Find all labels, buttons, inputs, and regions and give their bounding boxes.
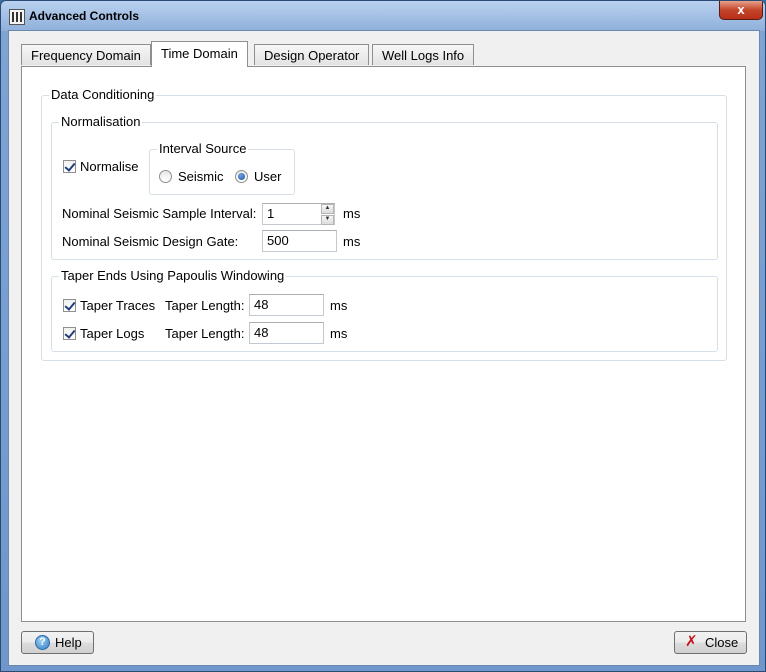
taper-traces-length-input[interactable]: 48	[249, 294, 324, 316]
seismic-radio[interactable]	[159, 170, 172, 183]
window-close-button[interactable]: x	[719, 1, 763, 20]
close-button-label: Close	[705, 635, 739, 650]
tab-well-logs-info[interactable]: Well Logs Info	[372, 44, 475, 65]
spin-up-icon[interactable]: ▲	[321, 204, 334, 214]
taper-logs-length-input[interactable]: 48	[249, 322, 324, 344]
sample-interval-unit: ms	[343, 206, 361, 221]
design-gate-input[interactable]: 500	[262, 230, 337, 252]
help-icon: ?	[35, 635, 50, 650]
help-button-label: Help	[55, 635, 82, 650]
normalise-label: Normalise	[80, 159, 139, 174]
taper-traces-length-label: Taper Length:	[165, 298, 245, 313]
advanced-controls-window: Advanced Controls x Frequency Domain Tim…	[0, 0, 766, 672]
tab-design-operator[interactable]: Design Operator	[254, 44, 370, 65]
spin-down-icon[interactable]: ▼	[321, 215, 334, 225]
dialog-client-area: Frequency Domain Time Domain Design Oper…	[8, 30, 760, 666]
design-gate-unit: ms	[343, 234, 361, 249]
normalise-checkbox[interactable]	[63, 160, 76, 173]
taper-logs-length-label: Taper Length:	[165, 326, 245, 341]
taper-traces-unit: ms	[330, 298, 348, 313]
design-gate-label: Nominal Seismic Design Gate:	[62, 234, 239, 249]
taper-title: Taper Ends Using Papoulis Windowing	[59, 268, 287, 284]
time-domain-panel: Data Conditioning Normalisation Normalis…	[21, 66, 746, 622]
taper-traces-label: Taper Traces	[80, 298, 156, 313]
taper-traces-checkbox[interactable]	[63, 299, 76, 312]
user-radio-label: User	[254, 169, 282, 184]
taper-logs-checkbox[interactable]	[63, 327, 76, 340]
help-button[interactable]: ? Help	[21, 631, 94, 654]
seismic-radio-label: Seismic	[178, 169, 224, 184]
normalisation-title: Normalisation	[59, 114, 143, 130]
tab-time-domain[interactable]: Time Domain	[151, 41, 248, 67]
data-conditioning-group: Data Conditioning Normalisation Normalis…	[41, 87, 727, 361]
window-title: Advanced Controls	[29, 9, 140, 23]
sample-interval-spinner[interactable]: ▲ ▼	[321, 204, 334, 225]
taper-logs-label: Taper Logs	[80, 326, 145, 341]
sample-interval-label: Nominal Seismic Sample Interval:	[62, 206, 257, 221]
user-radio[interactable]	[235, 170, 248, 183]
taper-group: Taper Ends Using Papoulis Windowing Tape…	[51, 268, 718, 352]
taper-logs-unit: ms	[330, 326, 348, 341]
close-x-icon: ✗	[685, 633, 698, 650]
tab-frequency-domain[interactable]: Frequency Domain	[21, 44, 151, 65]
close-button[interactable]: ✗ Close	[674, 631, 747, 654]
title-bar[interactable]: Advanced Controls x	[1, 1, 765, 31]
interval-source-title: Interval Source	[157, 141, 249, 157]
interval-source-group: Interval Source Seismic User	[149, 141, 295, 195]
data-conditioning-title: Data Conditioning	[49, 87, 157, 103]
equalizer-icon	[9, 9, 25, 25]
normalisation-group: Normalisation Normalise Interval Source …	[51, 114, 718, 260]
